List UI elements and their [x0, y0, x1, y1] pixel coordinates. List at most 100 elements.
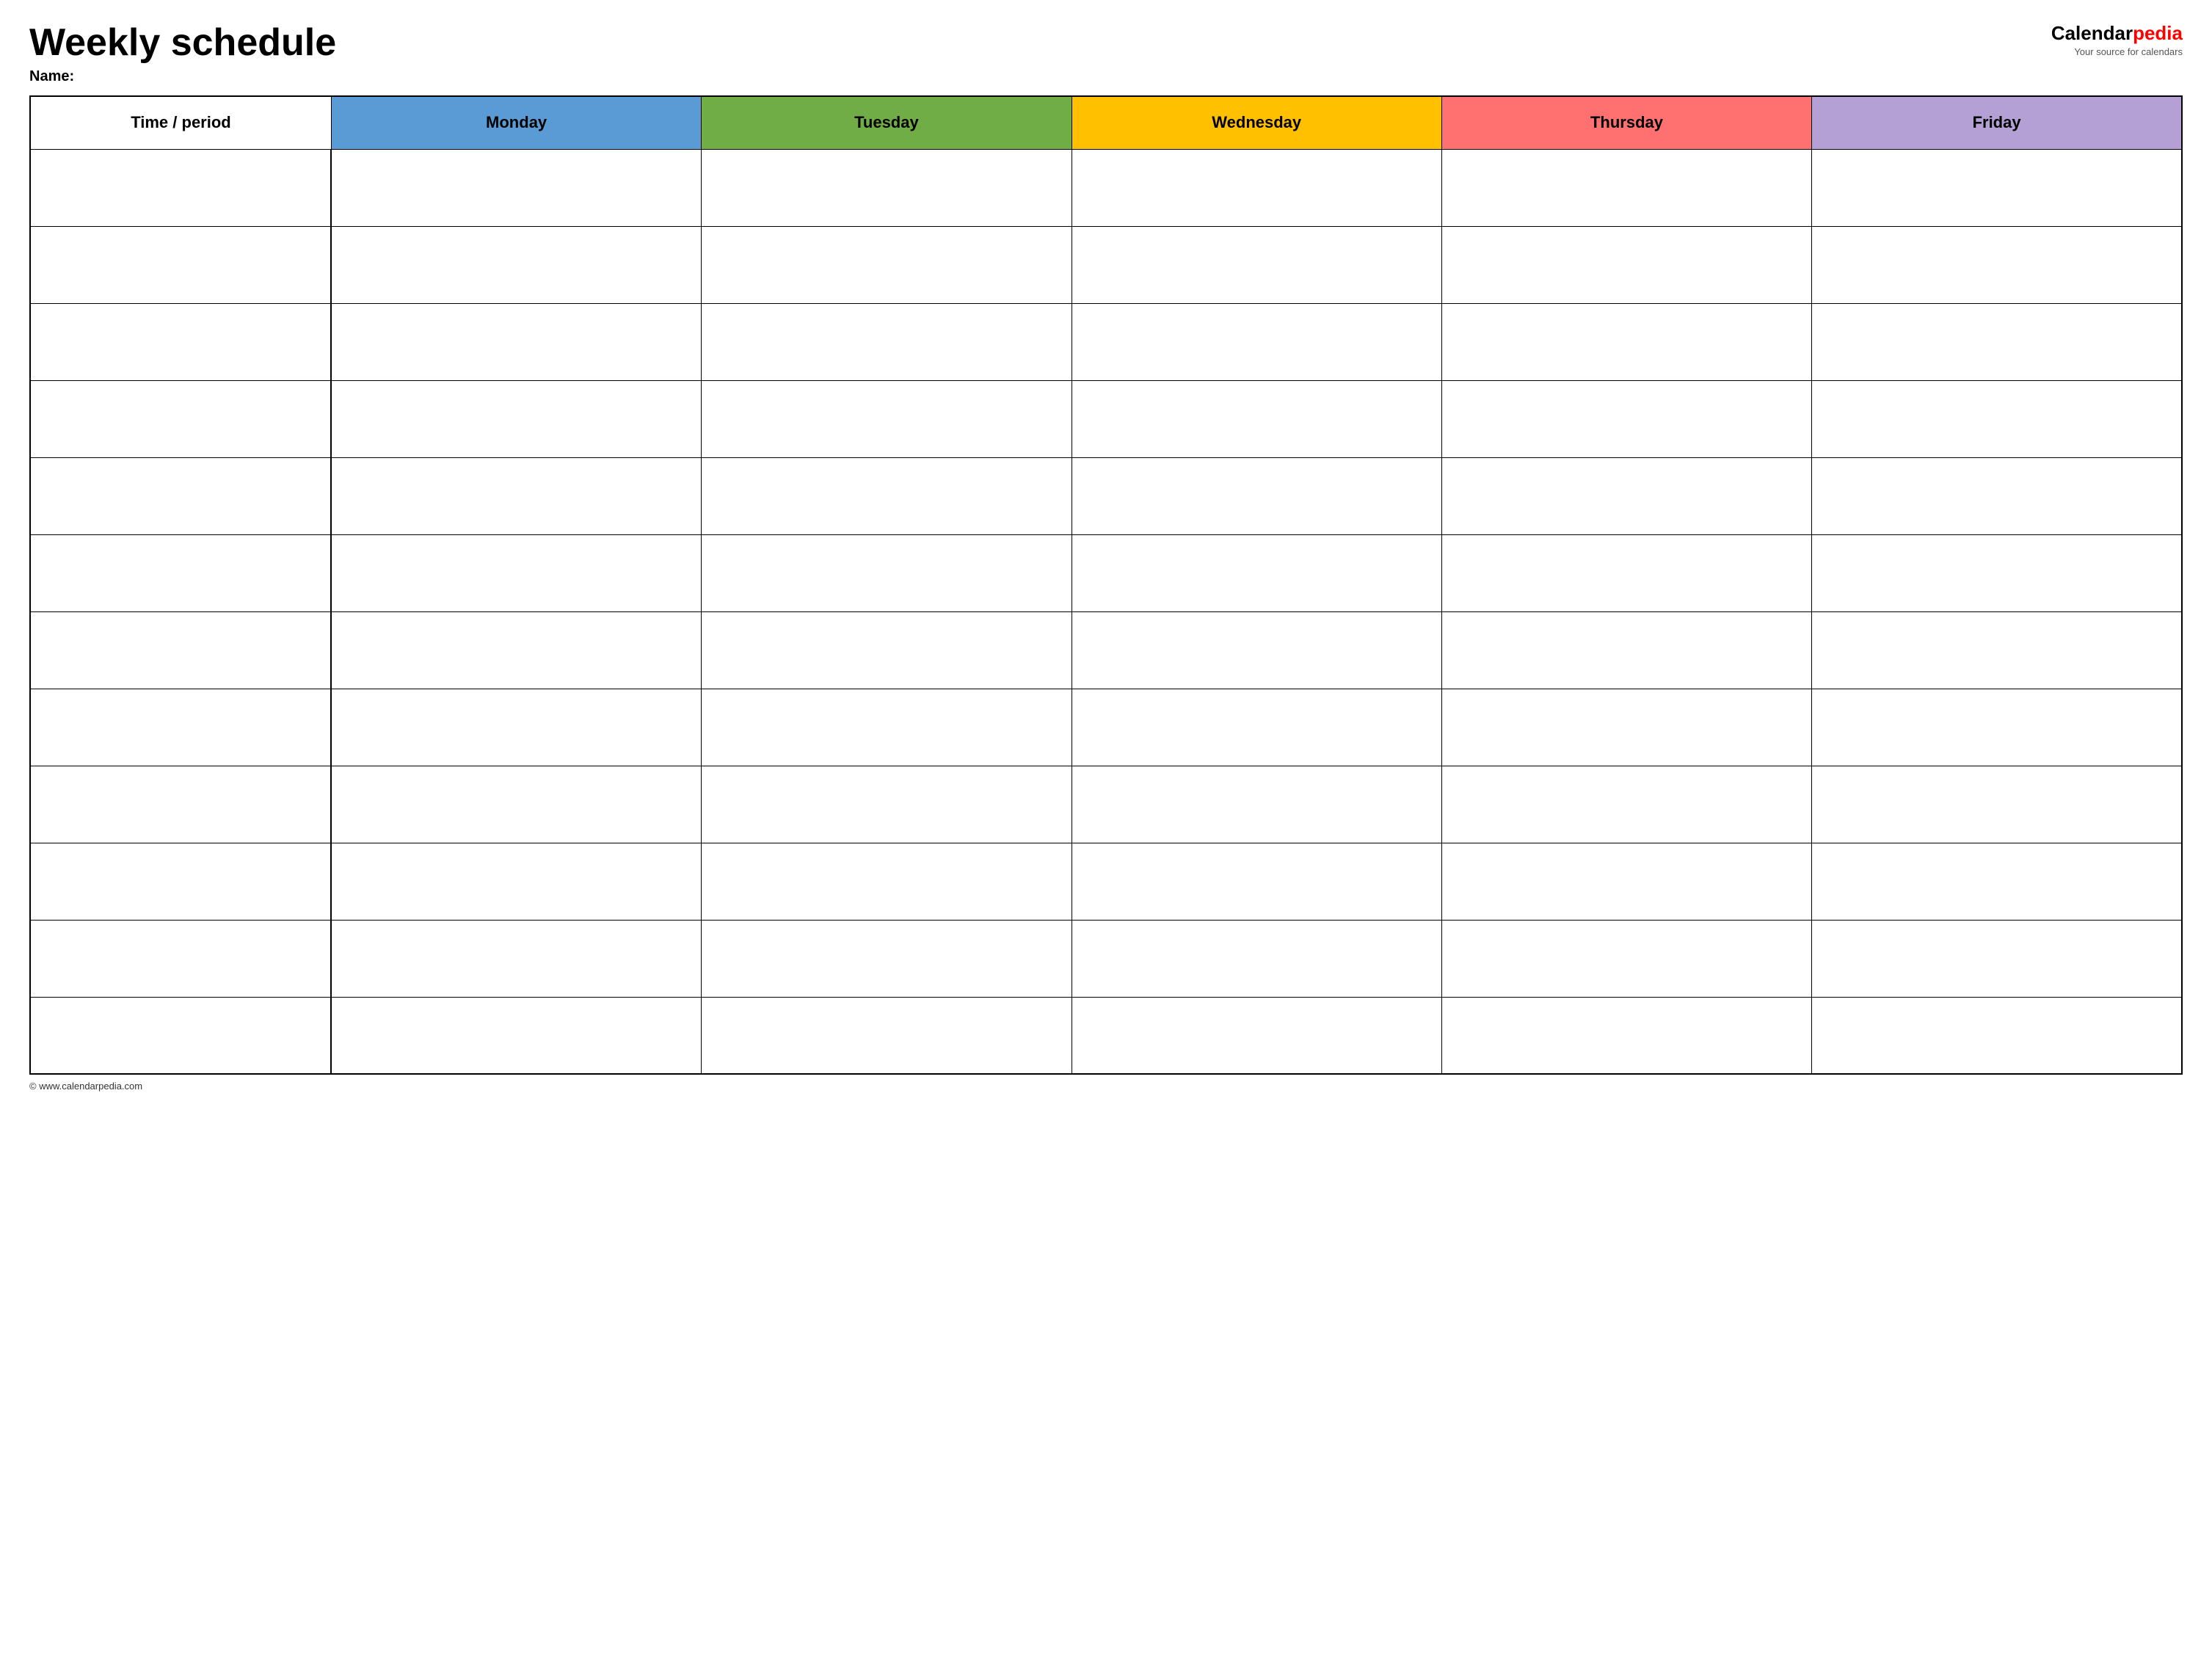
page-title: Weekly schedule	[29, 22, 336, 64]
schedule-cell[interactable]	[1072, 457, 1441, 534]
footer-text: © www.calendarpedia.com	[29, 1081, 2183, 1092]
schedule-cell[interactable]	[1812, 534, 2182, 611]
table-row	[30, 457, 2182, 534]
schedule-cell[interactable]	[331, 689, 701, 766]
schedule-cell[interactable]	[331, 920, 701, 997]
schedule-cell[interactable]	[1812, 611, 2182, 689]
schedule-cell[interactable]	[1812, 920, 2182, 997]
schedule-cell[interactable]	[702, 997, 1072, 1074]
schedule-cell[interactable]	[1441, 534, 1811, 611]
schedule-cell[interactable]	[1072, 380, 1441, 457]
schedule-cell[interactable]	[1072, 689, 1441, 766]
schedule-cell[interactable]	[331, 380, 701, 457]
table-row	[30, 149, 2182, 226]
table-row	[30, 611, 2182, 689]
schedule-cell[interactable]	[1812, 380, 2182, 457]
table-row	[30, 303, 2182, 380]
table-row	[30, 380, 2182, 457]
schedule-cell[interactable]	[1072, 843, 1441, 920]
schedule-cell[interactable]	[1072, 611, 1441, 689]
schedule-cell[interactable]	[1441, 149, 1811, 226]
time-cell[interactable]	[30, 303, 331, 380]
table-row	[30, 766, 2182, 843]
schedule-cell[interactable]	[1812, 303, 2182, 380]
logo-text: Calendarpedia	[2051, 22, 2183, 45]
schedule-cell[interactable]	[331, 534, 701, 611]
name-label: Name:	[29, 68, 336, 85]
table-row	[30, 689, 2182, 766]
time-cell[interactable]	[30, 843, 331, 920]
col-header-thursday: Thursday	[1441, 96, 1811, 149]
schedule-cell[interactable]	[702, 534, 1072, 611]
header-row: Time / period Monday Tuesday Wednesday T…	[30, 96, 2182, 149]
schedule-cell[interactable]	[702, 380, 1072, 457]
logo-pedia-part: pedia	[2133, 22, 2183, 44]
schedule-cell[interactable]	[1441, 226, 1811, 303]
schedule-cell[interactable]	[331, 457, 701, 534]
time-cell[interactable]	[30, 380, 331, 457]
schedule-cell[interactable]	[331, 226, 701, 303]
logo-area: Calendarpedia Your source for calendars	[2051, 22, 2183, 57]
schedule-cell[interactable]	[702, 226, 1072, 303]
schedule-cell[interactable]	[702, 149, 1072, 226]
time-cell[interactable]	[30, 689, 331, 766]
time-cell[interactable]	[30, 920, 331, 997]
schedule-cell[interactable]	[1072, 303, 1441, 380]
schedule-cell[interactable]	[702, 303, 1072, 380]
schedule-cell[interactable]	[702, 843, 1072, 920]
schedule-cell[interactable]	[702, 920, 1072, 997]
table-row	[30, 534, 2182, 611]
schedule-cell[interactable]	[331, 843, 701, 920]
time-cell[interactable]	[30, 611, 331, 689]
col-header-time: Time / period	[30, 96, 331, 149]
col-header-tuesday: Tuesday	[702, 96, 1072, 149]
schedule-cell[interactable]	[1072, 920, 1441, 997]
schedule-cell[interactable]	[1441, 920, 1811, 997]
schedule-cell[interactable]	[1441, 380, 1811, 457]
schedule-cell[interactable]	[1072, 766, 1441, 843]
schedule-cell[interactable]	[331, 149, 701, 226]
col-header-wednesday: Wednesday	[1072, 96, 1441, 149]
time-cell[interactable]	[30, 226, 331, 303]
time-cell[interactable]	[30, 766, 331, 843]
table-row	[30, 997, 2182, 1074]
table-row	[30, 226, 2182, 303]
schedule-cell[interactable]	[1072, 534, 1441, 611]
schedule-cell[interactable]	[1812, 689, 2182, 766]
schedule-cell[interactable]	[1441, 689, 1811, 766]
page-header: Weekly schedule Name: Calendarpedia Your…	[29, 22, 2183, 85]
schedule-cell[interactable]	[1072, 997, 1441, 1074]
schedule-cell[interactable]	[1441, 997, 1811, 1074]
schedule-cell[interactable]	[1441, 303, 1811, 380]
schedule-body	[30, 149, 2182, 1074]
schedule-cell[interactable]	[331, 997, 701, 1074]
schedule-cell[interactable]	[1812, 457, 2182, 534]
schedule-cell[interactable]	[702, 689, 1072, 766]
schedule-cell[interactable]	[702, 766, 1072, 843]
logo-tagline: Your source for calendars	[2074, 46, 2183, 57]
schedule-cell[interactable]	[1812, 843, 2182, 920]
schedule-cell[interactable]	[702, 457, 1072, 534]
schedule-cell[interactable]	[702, 611, 1072, 689]
schedule-cell[interactable]	[1441, 611, 1811, 689]
schedule-cell[interactable]	[1812, 226, 2182, 303]
col-header-friday: Friday	[1812, 96, 2182, 149]
schedule-cell[interactable]	[1441, 457, 1811, 534]
time-cell[interactable]	[30, 534, 331, 611]
title-area: Weekly schedule Name:	[29, 22, 336, 85]
schedule-cell[interactable]	[1812, 149, 2182, 226]
schedule-cell[interactable]	[1812, 997, 2182, 1074]
time-cell[interactable]	[30, 997, 331, 1074]
table-row	[30, 843, 2182, 920]
schedule-cell[interactable]	[1441, 843, 1811, 920]
schedule-cell[interactable]	[331, 611, 701, 689]
schedule-cell[interactable]	[1072, 226, 1441, 303]
schedule-cell[interactable]	[1441, 766, 1811, 843]
schedule-cell[interactable]	[331, 303, 701, 380]
schedule-cell[interactable]	[1812, 766, 2182, 843]
schedule-cell[interactable]	[1072, 149, 1441, 226]
time-cell[interactable]	[30, 149, 331, 226]
time-cell[interactable]	[30, 457, 331, 534]
schedule-cell[interactable]	[331, 766, 701, 843]
col-header-monday: Monday	[331, 96, 701, 149]
